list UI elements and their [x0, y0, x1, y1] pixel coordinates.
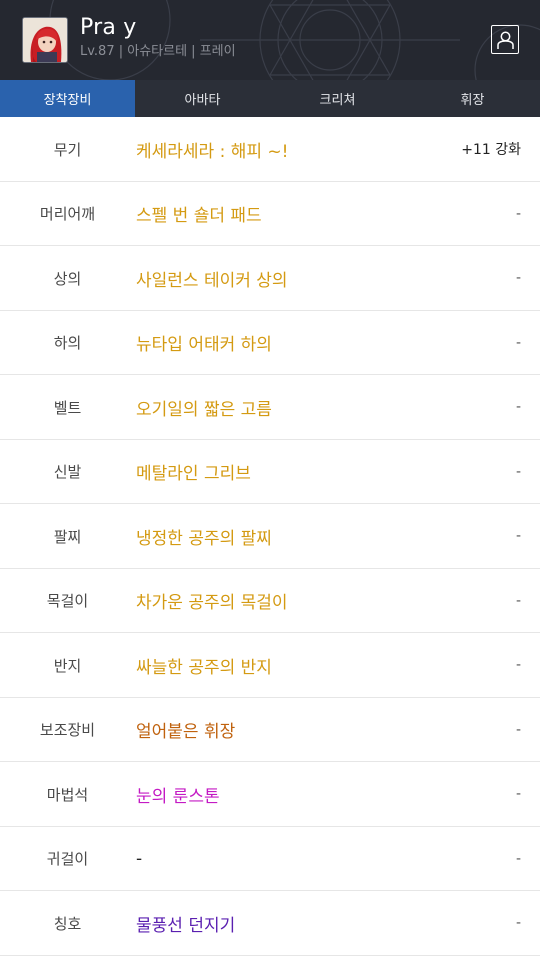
- item-name: 냉정한 공주의 팔찌: [136, 528, 272, 549]
- equipment-row-necklace[interactable]: 목걸이 차가운 공주의 목걸이 -: [0, 569, 540, 633]
- item-name: 차가운 공주의 목걸이: [136, 593, 288, 613]
- profile-card-icon: [497, 31, 514, 49]
- slot-label: 머리어깨: [39, 205, 96, 223]
- slot-label: 상의: [53, 269, 82, 288]
- item-name: 싸늘한 공주의 반지: [136, 657, 272, 678]
- enhance-value: -: [515, 270, 521, 286]
- character-subtitle: Lv.87 | 아슈타르테 | 프레이: [80, 44, 236, 59]
- enhance-value: -: [515, 721, 521, 738]
- slot-label: 목걸이: [46, 592, 89, 610]
- item-name: 사일런스 테이커 상의: [136, 270, 288, 291]
- slot-label: 보조장비: [39, 721, 96, 739]
- enhance-value: -: [515, 205, 521, 222]
- enhance-value: -: [515, 850, 521, 867]
- item-name: 오기일의 짧은 고름: [136, 399, 272, 420]
- slot-label: 마법석: [46, 785, 89, 804]
- enhance-value: -: [515, 592, 521, 609]
- item-name: 얼어붙은 휘장: [136, 722, 236, 742]
- equipment-row-bottom[interactable]: 하의 뉴타입 어태커 하의 -: [0, 311, 540, 375]
- item-name: 스펠 번 숄더 패드: [136, 206, 262, 226]
- equipment-row-weapon[interactable]: 무기 케세라세라 : 해피 ~! +11 강화: [0, 117, 540, 182]
- equipment-row-top[interactable]: 상의 사일런스 테이커 상의 -: [0, 246, 540, 311]
- enhance-value: -: [515, 528, 521, 544]
- item-name: 뉴타입 어태커 하의: [136, 335, 272, 355]
- equipment-list: 무기 케세라세라 : 해피 ~! +11 강화 머리어깨 스펠 번 숄더 패드 …: [0, 117, 540, 956]
- character-name: Pra y: [80, 15, 137, 40]
- character-portrait-icon: [23, 18, 67, 62]
- enhance-value: +11 강화: [461, 142, 521, 158]
- equipment-tabs: 장착장비 아바타 크리쳐 휘장: [0, 80, 540, 117]
- slot-label: 무기: [53, 140, 82, 159]
- item-name: 케세라세라 : 해피 ~!: [136, 141, 289, 162]
- item-name: -: [136, 848, 143, 869]
- equipment-row-ring[interactable]: 반지 싸늘한 공주의 반지 -: [0, 633, 540, 698]
- enhance-value: -: [515, 786, 521, 802]
- equipment-row-earring[interactable]: 귀걸이 - -: [0, 827, 540, 891]
- tab-emblem[interactable]: 휘장: [405, 80, 540, 117]
- enhance-value: -: [515, 463, 521, 480]
- equipment-row-bracelet[interactable]: 팔찌 냉정한 공주의 팔찌 -: [0, 504, 540, 569]
- item-name: 물풍선 던지기: [136, 915, 236, 936]
- slot-label: 하의: [53, 334, 82, 352]
- slot-label: 벨트: [53, 398, 82, 417]
- tab-avatar[interactable]: 아바타: [135, 80, 270, 117]
- item-name: 메탈라인 그리브: [136, 464, 251, 484]
- equipment-row-belt[interactable]: 벨트 오기일의 짧은 고름 -: [0, 375, 540, 440]
- enhance-value: -: [515, 334, 521, 351]
- equipment-row-shoulder[interactable]: 머리어깨 스펠 번 숄더 패드 -: [0, 182, 540, 246]
- enhance-value: -: [515, 657, 521, 673]
- item-name: 눈의 룬스톤: [136, 786, 220, 807]
- slot-label: 칭호: [53, 914, 82, 933]
- equipment-row-sub-equipment[interactable]: 보조장비 얼어붙은 휘장 -: [0, 698, 540, 762]
- character-avatar[interactable]: [22, 17, 68, 63]
- tab-equipped-gear[interactable]: 장착장비: [0, 80, 135, 117]
- slot-label: 팔찌: [53, 527, 82, 546]
- slot-label: 귀걸이: [46, 850, 89, 868]
- enhance-value: -: [515, 399, 521, 415]
- character-header: Pra y Lv.87 | 아슈타르테 | 프레이: [0, 0, 540, 80]
- slot-label: 반지: [53, 656, 82, 675]
- equipment-row-magic-stone[interactable]: 마법석 눈의 룬스톤 -: [0, 762, 540, 827]
- equipment-row-title[interactable]: 칭호 물풍선 던지기 -: [0, 891, 540, 956]
- slot-label: 신발: [53, 463, 82, 481]
- profile-button[interactable]: [491, 25, 519, 54]
- tab-creature[interactable]: 크리쳐: [270, 80, 405, 117]
- enhance-value: -: [515, 915, 521, 931]
- equipment-row-shoes[interactable]: 신발 메탈라인 그리브 -: [0, 440, 540, 504]
